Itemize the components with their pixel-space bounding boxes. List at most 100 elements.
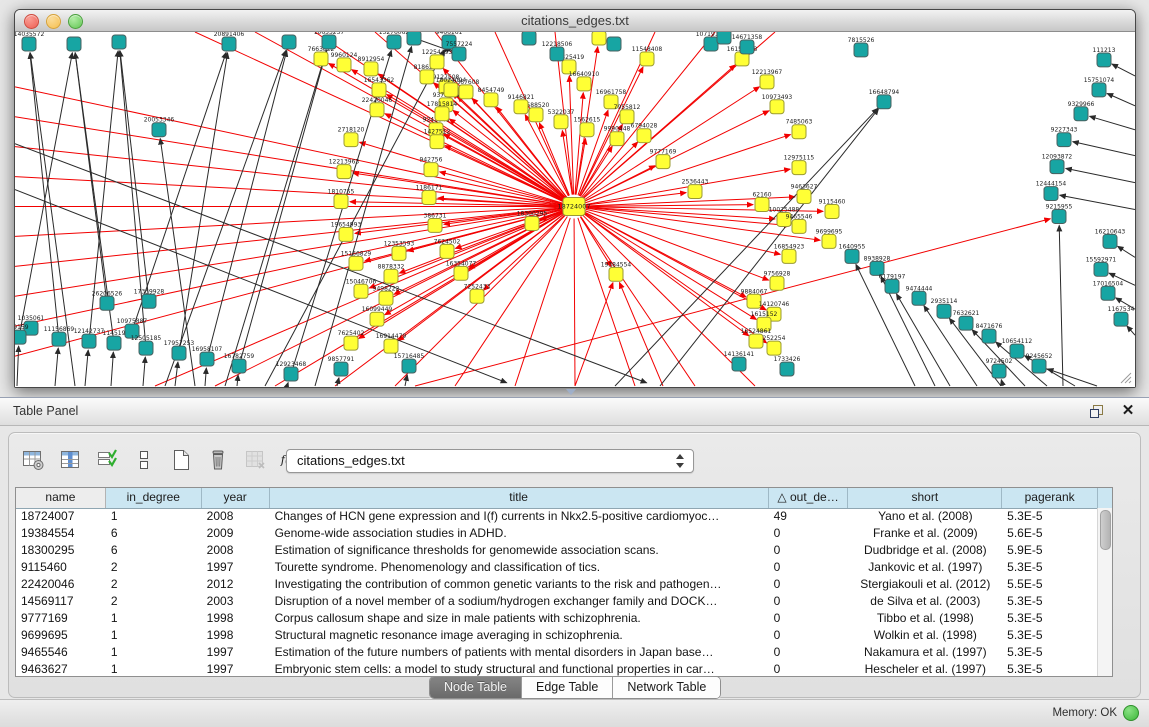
column-header-short[interactable]: short bbox=[848, 488, 1002, 508]
graph-node[interactable]: 1640955 bbox=[839, 243, 866, 263]
graph-node[interactable]: 7485063 bbox=[786, 119, 813, 139]
table-row[interactable]: 1830029562008Estimation of significance … bbox=[16, 542, 1098, 559]
table-row[interactable]: 1872400712008Changes of HCN gene express… bbox=[16, 508, 1098, 525]
graph-node[interactable]: 8938928 bbox=[864, 255, 891, 275]
select-rows-icon[interactable] bbox=[93, 446, 121, 474]
graph-node[interactable]: 9990448 bbox=[604, 126, 631, 146]
table-row[interactable]: 969969511998Structural magnetic resonanc… bbox=[16, 627, 1098, 644]
new-table-icon[interactable] bbox=[167, 446, 195, 474]
graph-node[interactable]: 9960124 bbox=[331, 52, 358, 72]
graph-node[interactable]: 20891406 bbox=[214, 32, 245, 51]
graph-node[interactable]: 19384554 bbox=[601, 261, 632, 281]
delete-table-icon[interactable] bbox=[204, 446, 232, 474]
graph-node[interactable]: 12975115 bbox=[784, 155, 815, 175]
close-window-button[interactable] bbox=[24, 14, 39, 29]
table-settings-icon[interactable] bbox=[19, 446, 47, 474]
table-row[interactable]: 2242004622012Investigating the contribut… bbox=[16, 576, 1098, 593]
graph-node[interactable]: 16099449 bbox=[362, 306, 393, 326]
graph-node[interactable] bbox=[112, 35, 126, 49]
column-header-name[interactable]: name bbox=[16, 488, 106, 508]
graph-node[interactable]: 17359928 bbox=[134, 288, 165, 308]
graph-node[interactable]: 16914479 bbox=[376, 333, 407, 353]
minimize-window-button[interactable] bbox=[46, 14, 61, 29]
graph-node[interactable]: 114519 bbox=[103, 330, 126, 350]
graph-node[interactable]: 6179197 bbox=[879, 273, 906, 293]
float-window-icon[interactable] bbox=[1087, 402, 1105, 420]
graph-node[interactable]: 15751074 bbox=[1084, 77, 1115, 97]
graph-node[interactable]: 2718120 bbox=[338, 127, 365, 147]
graph-node[interactable]: 1167534 bbox=[1108, 306, 1135, 326]
graph-node[interactable]: 14136141 bbox=[724, 351, 755, 371]
graph-node[interactable]: 2536443 bbox=[682, 179, 709, 199]
scrollbar-thumb[interactable] bbox=[1100, 510, 1111, 550]
tab-edge-table[interactable]: Edge Table bbox=[522, 677, 613, 698]
graph-node[interactable]: 14035572 bbox=[15, 32, 44, 51]
graph-node[interactable]: 12213967 bbox=[752, 69, 783, 89]
graph-node[interactable]: 9227343 bbox=[1051, 127, 1078, 147]
graph-node[interactable]: 1562615 bbox=[574, 117, 601, 137]
table-scrollbar[interactable] bbox=[1097, 508, 1112, 676]
table-row[interactable]: 911546021997Tourette syndrome. Phenomeno… bbox=[16, 559, 1098, 576]
graph-node[interactable]: 8471676 bbox=[976, 323, 1003, 343]
table-row[interactable]: 946362711997Embryonic stem cells: a mode… bbox=[16, 661, 1098, 676]
graph-node[interactable]: 1810755 bbox=[328, 189, 355, 209]
table-row[interactable]: 1938455462009Genome-wide association stu… bbox=[16, 525, 1098, 542]
graph-node[interactable]: 7252433 bbox=[464, 283, 491, 303]
graph-node[interactable]: 12444154 bbox=[1036, 181, 1067, 201]
table-row[interactable]: 1456911722003Disruption of a novel membe… bbox=[16, 593, 1098, 610]
graph-node[interactable]: 6794028 bbox=[631, 123, 658, 143]
graph-node[interactable]: 7625402 bbox=[338, 330, 365, 350]
graph-node[interactable]: 15716485 bbox=[394, 353, 425, 373]
graph-node[interactable]: 15592971 bbox=[1086, 256, 1117, 276]
row-height-icon[interactable] bbox=[130, 446, 158, 474]
graph-node[interactable]: 7955812 bbox=[614, 104, 641, 124]
graph-node[interactable]: 7815526 bbox=[848, 37, 875, 57]
graph-node[interactable]: 16648794 bbox=[869, 89, 900, 109]
graph-node[interactable]: 16782759 bbox=[224, 353, 255, 373]
graph-node[interactable] bbox=[607, 37, 621, 51]
table-row[interactable]: 946554611997Estimation of the future num… bbox=[16, 644, 1098, 661]
resize-grip-icon[interactable] bbox=[1121, 373, 1131, 383]
graph-node[interactable]: 15276062 bbox=[379, 32, 410, 49]
graph-node[interactable]: 22420046 bbox=[362, 97, 393, 117]
graph-node[interactable]: 11548408 bbox=[632, 46, 663, 66]
graph-node[interactable]: 252254 bbox=[763, 335, 786, 355]
graph-node[interactable]: 8912954 bbox=[358, 56, 385, 76]
close-icon[interactable]: ✕ bbox=[1119, 402, 1137, 420]
graph-node[interactable]: 16854923 bbox=[774, 243, 805, 263]
graph-node[interactable]: 8813054 bbox=[516, 32, 543, 45]
graph-node[interactable]: 9857791 bbox=[328, 356, 355, 376]
graph-node[interactable] bbox=[67, 37, 81, 51]
column-header-year[interactable]: year bbox=[202, 488, 270, 508]
column-header-out_de[interactable]: △ out_de… bbox=[769, 488, 849, 508]
graph-node[interactable]: 17016504 bbox=[1093, 280, 1124, 300]
graph-node[interactable]: 8454749 bbox=[478, 87, 505, 107]
graph-node[interactable]: 9474444 bbox=[906, 285, 933, 305]
graph-node[interactable]: 20053346 bbox=[144, 117, 175, 137]
graph-node[interactable]: 26206526 bbox=[92, 290, 123, 310]
column-header-pagerank[interactable]: pagerank bbox=[1002, 488, 1098, 508]
graph-node[interactable]: 1186171 bbox=[416, 185, 443, 205]
tab-network-table[interactable]: Network Table bbox=[613, 677, 720, 698]
column-header-in_degree[interactable]: in_degree bbox=[106, 488, 202, 508]
table-row[interactable]: 977716911998Corpus callosum shape and si… bbox=[16, 610, 1098, 627]
graph-node[interactable]: 10973493 bbox=[762, 94, 793, 114]
graph-node[interactable] bbox=[282, 35, 296, 49]
column-chooser-icon[interactable] bbox=[56, 446, 84, 474]
zoom-window-button[interactable] bbox=[68, 14, 83, 29]
graph-node[interactable]: 12505185 bbox=[131, 335, 162, 355]
graph-node[interactable]: 16640910 bbox=[569, 71, 600, 91]
graph-node[interactable]: 16958107 bbox=[192, 346, 223, 366]
graph-node[interactable]: 16210643 bbox=[1095, 228, 1126, 248]
graph-node[interactable]: 12142737 bbox=[74, 328, 105, 348]
graph-node[interactable]: 9329966 bbox=[1068, 101, 1095, 121]
delete-column-icon[interactable] bbox=[241, 446, 269, 474]
graph-node[interactable]: 11156869 bbox=[44, 326, 75, 346]
graph-node[interactable]: 9115460 bbox=[819, 199, 846, 219]
tab-node-table[interactable]: Node Table bbox=[430, 677, 522, 698]
graph-node[interactable]: 12093872 bbox=[1042, 154, 1073, 174]
graph-node[interactable]: 1733426 bbox=[774, 356, 801, 376]
network-canvas[interactable]: 1632541916640910169617587955812999044867… bbox=[15, 32, 1135, 387]
graph-node[interactable]: 9215955 bbox=[1046, 204, 1073, 224]
splitter-handle-icon[interactable] bbox=[566, 389, 576, 395]
